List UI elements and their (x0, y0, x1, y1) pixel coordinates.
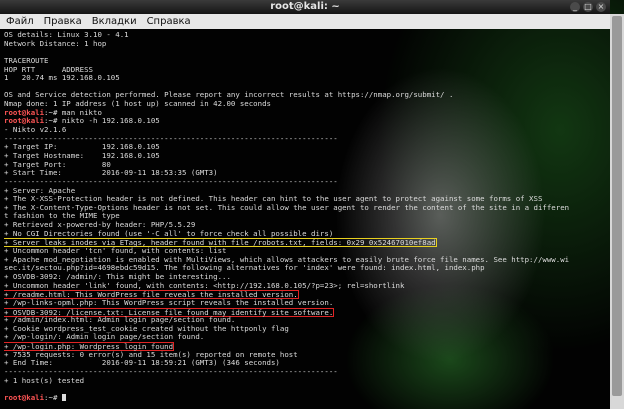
terminal-text: + Target Hostname: 192.168.0.105 (4, 150, 160, 160)
terminal-text: - Nikto v2.1.6 (4, 125, 67, 135)
shell-prompt: root@kali (4, 392, 45, 402)
text-cursor (61, 393, 66, 401)
terminal-text: + 1 host(s) tested (4, 375, 85, 385)
terminal-text: ----------------------------------------… (4, 366, 338, 376)
terminal-text: Network Distance: 1 hop (4, 38, 107, 48)
terminal-text: + Target IP: 192.168.0.105 (4, 142, 160, 152)
terminal-line: + Uncommon header 'link' found, with con… (4, 280, 604, 291)
terminal-text: OS and Service detection performed. Plea… (4, 90, 454, 100)
terminal-line: + 1 host(s) tested (4, 375, 604, 386)
terminal-window: root@kali: ~ _ □ × Файл Правка Вкладки С… (0, 0, 610, 409)
terminal-text: + Cookie wordpress_test_cookie created w… (4, 323, 289, 333)
terminal-text: + Uncommon header 'link' found, with con… (4, 280, 405, 290)
terminal-text: TRACEROUTE (4, 55, 49, 65)
terminal-text: 1 20.74 ms 192.168.0.105 (4, 73, 120, 83)
terminal-text: + Uncommon header 'tcn' found, with cont… (4, 246, 227, 256)
terminal-text: + Target Port: 80 (4, 159, 111, 169)
terminal-line: ----------------------------------------… (4, 366, 604, 377)
shell-prompt: root@kali (4, 116, 45, 126)
terminal-text: + No CGI Directories found (use '-C all'… (4, 228, 334, 238)
menu-tabs[interactable]: Вкладки (92, 16, 137, 27)
terminal-text: + /wp-links-opml.php: This WordPress scr… (4, 297, 334, 307)
terminal-text: ----------------------------------------… (4, 133, 338, 143)
terminal-line: Network Distance: 1 hop (4, 38, 604, 49)
scrollbar[interactable] (610, 14, 624, 409)
terminal-line: root@kali:~# nikto -h 192.168.0.105 (4, 117, 604, 126)
terminal-line: ----------------------------------------… (4, 176, 604, 187)
terminal-text: + Apache mod_negotiation is enabled with… (4, 254, 570, 264)
terminal-text: + /admin/index.html: Admin login page/se… (4, 315, 236, 325)
terminal-text: + End Time: 2016-09-11 18:59:21 (GMT3) (… (4, 358, 280, 368)
terminal-text: Nmap done: 1 IP address (1 host up) scan… (4, 99, 271, 109)
terminal-text: :~# man nikto (44, 107, 102, 117)
terminal-text: + /wp-login/: Admin login page/section f… (4, 332, 205, 342)
terminal-line: + /wp-login/: Admin login page/section f… (4, 333, 604, 342)
title-bar[interactable]: root@kali: ~ _ □ × (0, 0, 610, 14)
window-title: root@kali: ~ (270, 1, 340, 12)
terminal-text: + The X-XSS-Protection header is not def… (4, 194, 543, 204)
close-icon[interactable]: × (596, 2, 606, 12)
terminal-text: + The X-Content-Type-Options header is n… (4, 202, 570, 212)
terminal-text: ----------------------------------------… (4, 176, 338, 186)
terminal-line: 1 20.74 ms 192.168.0.105 (4, 73, 604, 83)
terminal-text: + Retrieved x-powered-by header: PHP/5.5… (4, 220, 196, 230)
maximize-icon[interactable]: □ (583, 2, 593, 12)
scrollbar-thumb[interactable] (612, 16, 622, 396)
menu-help[interactable]: Справка (147, 16, 191, 27)
terminal-line: root@kali:~# (4, 392, 604, 403)
menu-edit[interactable]: Правка (44, 16, 82, 27)
terminal-text: + Server: Apache (4, 185, 76, 195)
menu-bar: Файл Правка Вкладки Справка (0, 14, 610, 29)
menu-file[interactable]: Файл (6, 16, 34, 27)
minimize-icon[interactable]: _ (570, 2, 580, 12)
shell-prompt: root@kali (4, 107, 45, 117)
terminal-text: :~# nikto -h 192.168.0.105 (44, 116, 160, 126)
terminal-line: + No CGI Directories found (use '-C all'… (4, 228, 604, 239)
terminal-line: TRACEROUTE (4, 55, 604, 66)
terminal-text: + Start Time: 2016-09-11 18:53:35 (GMT3) (4, 168, 218, 178)
terminal-text: + 7535 requests: 0 error(s) and 15 item(… (4, 349, 298, 359)
terminal-text: HOP RTT ADDRESS (4, 64, 93, 74)
terminal-text: t fashion to the MIME type (4, 211, 120, 221)
terminal-output[interactable]: OS details: Linux 3.10 - 4.1 Network Dist… (4, 31, 604, 407)
terminal-text: + OSVDB-3092: /admin/: This might be int… (4, 271, 231, 281)
terminal-text: :~# (44, 392, 62, 402)
terminal-line: + /wp-links-opml.php: This WordPress scr… (4, 297, 604, 308)
terminal-text: sec.it/sectou.php?id=4698ebdc59d15. The … (4, 263, 485, 273)
